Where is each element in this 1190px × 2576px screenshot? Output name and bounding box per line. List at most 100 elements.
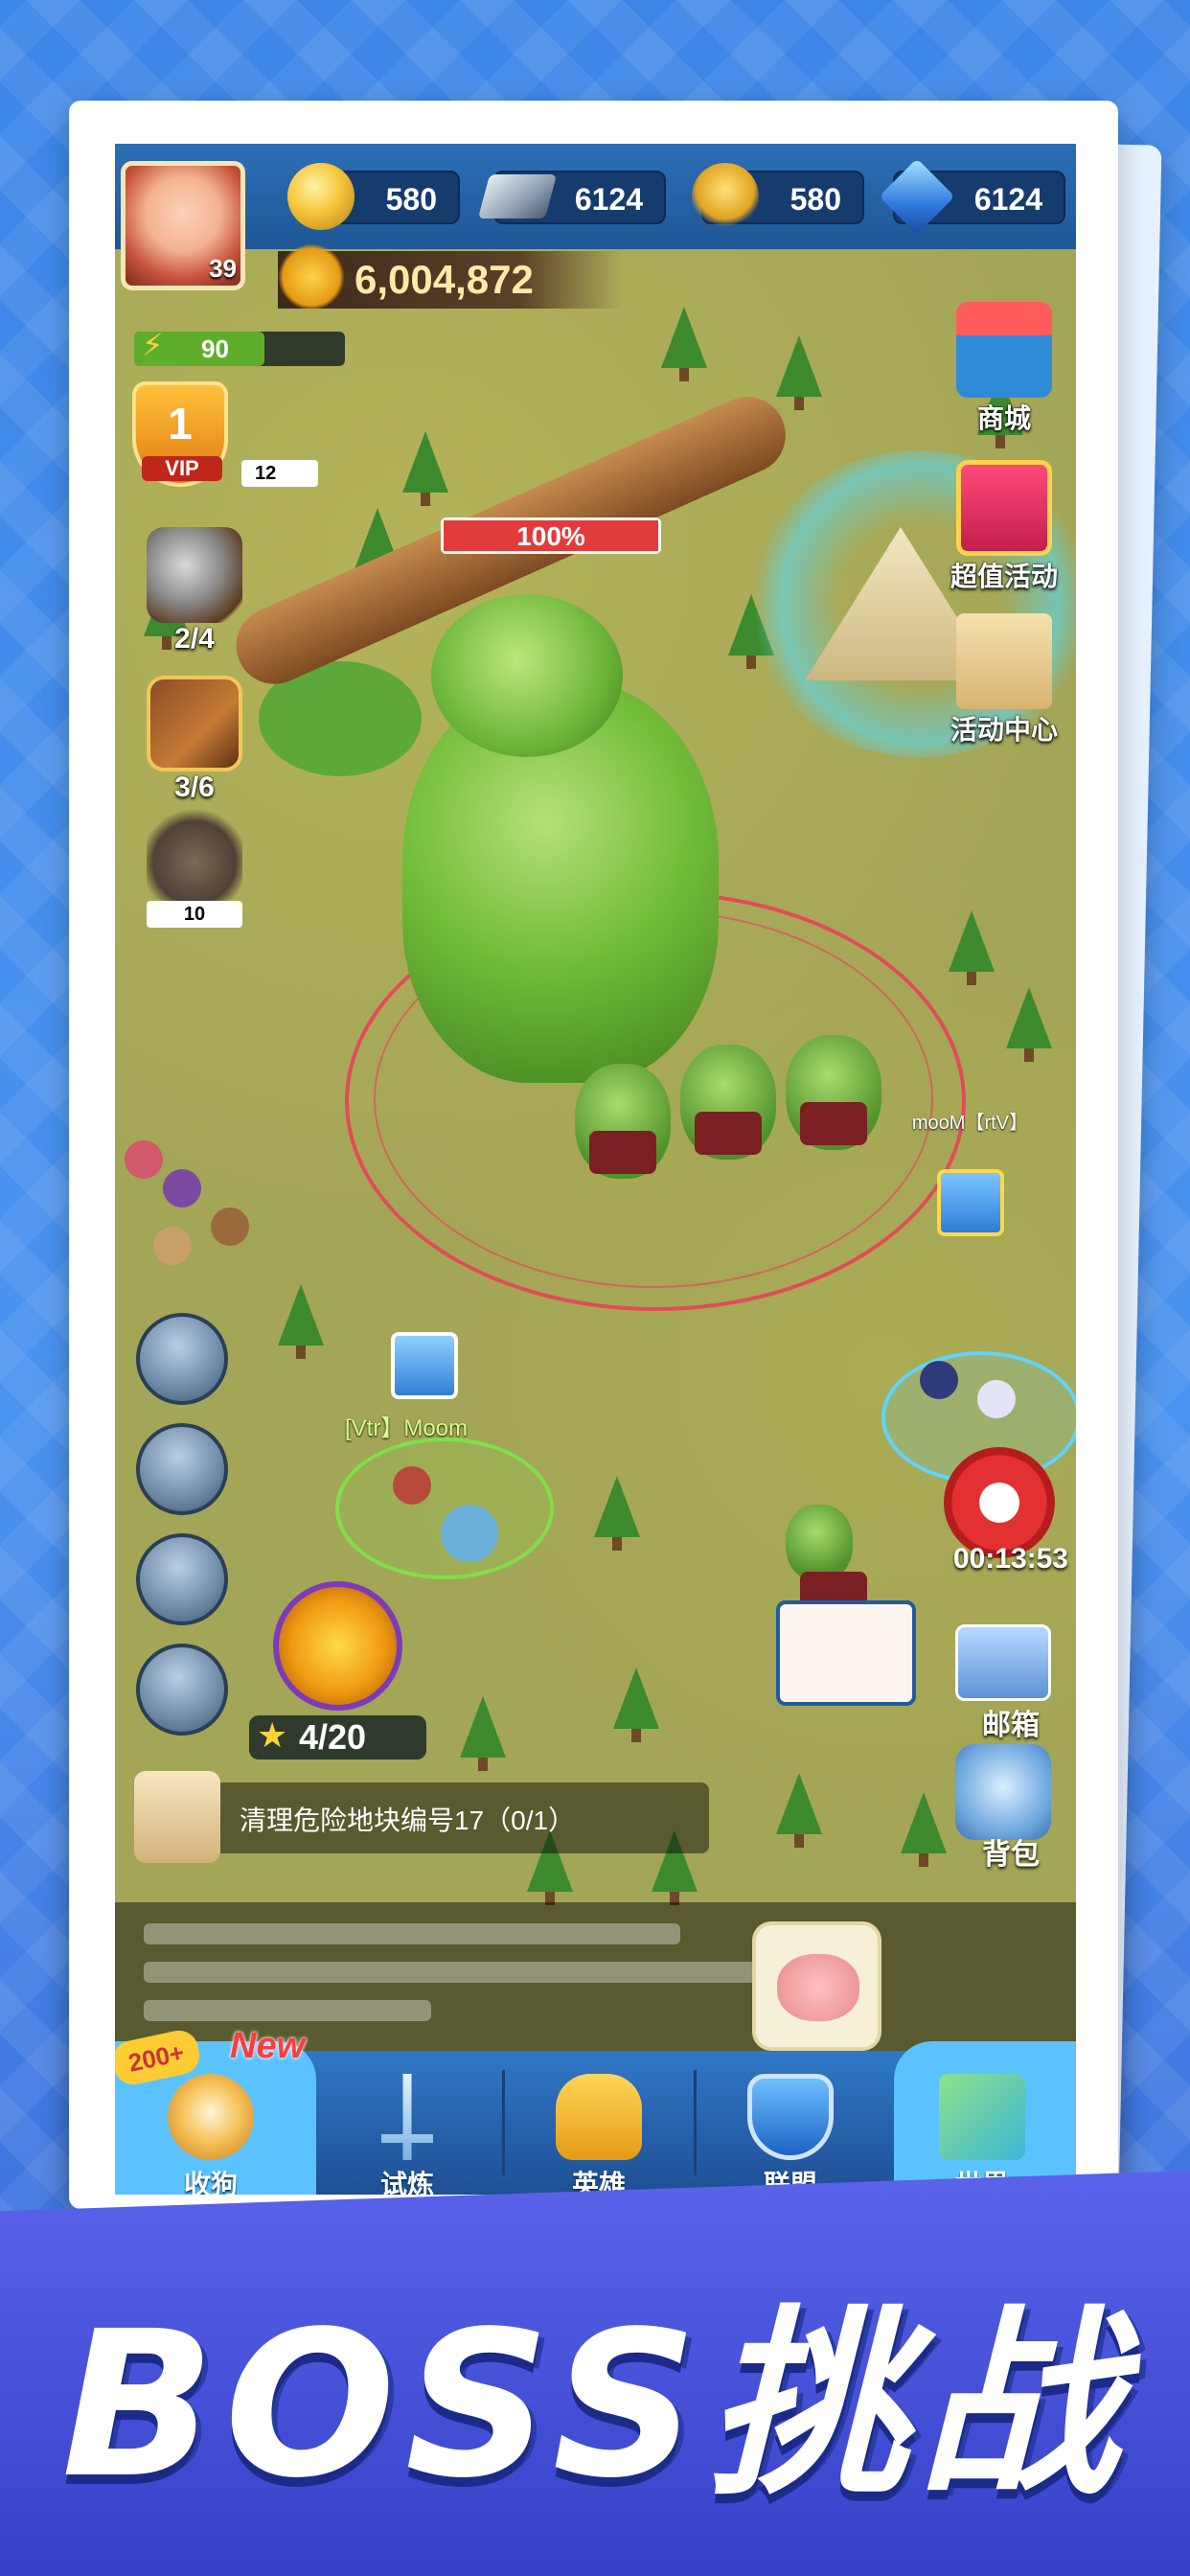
star-icon: ★: [257, 1715, 288, 1755]
goblin-minion: [786, 1035, 881, 1150]
quest-scroll-icon: [134, 1771, 220, 1863]
food-value: 580: [790, 182, 841, 217]
troop-unit: [977, 1380, 1016, 1418]
mail-icon[interactable]: [955, 1624, 1051, 1701]
iron-ingot-icon: [477, 174, 558, 218]
new-tag: New: [230, 2026, 306, 2066]
food-resource[interactable]: 580: [692, 163, 864, 230]
shield-icon: [747, 2074, 834, 2160]
player-alliance-flag[interactable]: [391, 1332, 458, 1399]
book-icon: [147, 676, 242, 771]
nav-item-alliance[interactable]: 联盟: [695, 2051, 886, 2195]
tree: [949, 910, 995, 985]
vip-points: 12: [241, 460, 318, 487]
sidebar-item-research[interactable]: 3/6: [132, 676, 257, 804]
star-progress: ★ 4/20: [249, 1715, 426, 1760]
rally-timer: 00:13:53: [952, 1543, 1068, 1575]
troop-unit: [441, 1505, 498, 1562]
gold-resource[interactable]: 580: [287, 163, 460, 230]
value-event-label: 超值活动: [950, 562, 1058, 591]
gold-coin-icon: [287, 163, 355, 230]
tree: [661, 307, 707, 381]
boss-hp-text: 100%: [516, 521, 585, 551]
fist-power-icon: [278, 243, 345, 310]
enemy-alliance-flag[interactable]: [937, 1169, 1004, 1236]
iron-resource[interactable]: 6124: [477, 171, 666, 224]
tree: [613, 1668, 659, 1742]
troop-unit: [163, 1169, 201, 1208]
shop-icon: [956, 302, 1052, 398]
quest-tracker[interactable]: 清理危险地块编号17（0/1）: [134, 1771, 709, 1863]
vip-badge[interactable]: 1 VIP: [132, 381, 238, 506]
vip-level: 1: [168, 399, 193, 448]
location-pin-button[interactable]: [136, 1533, 228, 1625]
sidebar-item-mine[interactable]: 10: [132, 805, 257, 928]
clipboard-button[interactable]: [136, 1423, 228, 1515]
nav-item-world[interactable]: 世界: [886, 2051, 1076, 2195]
chat-line-blurred: [144, 1962, 757, 1983]
enemy-name: mooM【rtV】: [911, 1113, 1028, 1134]
chat-line-blurred: [144, 1923, 680, 1944]
shiba-icon: [168, 2074, 254, 2160]
vip-label: VIP: [142, 456, 222, 481]
hammer-build-button[interactable]: [136, 1644, 228, 1736]
backpack-icon[interactable]: [955, 1744, 1051, 1840]
goblin-minion: [575, 1064, 671, 1179]
value-event-button[interactable]: 超值活动: [942, 460, 1066, 594]
quest-text: 清理危险地块编号17（0/1）: [240, 1806, 576, 1835]
troop-unit: [125, 1140, 163, 1179]
nav-item-trial[interactable]: 试炼: [311, 2051, 503, 2195]
backpack-label: 背包: [982, 1839, 1040, 1871]
mine-icon: [147, 805, 242, 901]
energy-value: 90: [201, 334, 229, 363]
tree: [402, 431, 448, 506]
shop-label: 商城: [976, 403, 1031, 433]
caravan-button[interactable]: [136, 1313, 228, 1405]
lightning-icon: ⚡: [142, 328, 164, 362]
iron-value: 6124: [574, 182, 643, 217]
nav-label-trial: 试炼: [379, 2170, 434, 2195]
chat-line-blurred: [144, 2000, 431, 2021]
scroll-icon: [956, 613, 1052, 709]
tree: [901, 1792, 947, 1867]
game-screen: 39 580 6124 580 6124 6,004,872 ⚡ 90 1 VI…: [115, 144, 1076, 2195]
tree: [776, 335, 822, 410]
brain-icon[interactable]: [752, 1921, 881, 2051]
hammer-icon: [147, 527, 242, 623]
player-troop-ring[interactable]: [335, 1438, 554, 1579]
star-progress-value: 4/20: [299, 1717, 367, 1757]
tree: [1006, 987, 1052, 1062]
sword-icon: [381, 2074, 433, 2160]
troop-unit: [153, 1227, 192, 1265]
event-center-label: 活动中心: [950, 715, 1058, 745]
tree: [278, 1284, 324, 1359]
banner-title: BOSS挑战: [61, 2288, 1129, 2522]
hero-portrait-card[interactable]: [776, 1600, 916, 1706]
rally-target-icon[interactable]: [944, 1447, 1055, 1558]
goblin-minion: [680, 1045, 776, 1160]
nav-label-dog: 收狗: [183, 2170, 238, 2195]
research-queue-label: 3/6: [174, 771, 215, 803]
event-center-button[interactable]: 活动中心: [942, 613, 1066, 748]
power-display: 6,004,872: [278, 243, 623, 310]
star-chest-icon[interactable]: [273, 1581, 402, 1711]
gift-icon: [956, 460, 1052, 556]
player-avatar[interactable]: 39: [121, 161, 245, 290]
tree: [594, 1476, 640, 1551]
troop-unit: [393, 1466, 431, 1505]
shop-button[interactable]: 商城: [942, 302, 1066, 436]
mine-count: 10: [147, 901, 242, 928]
gold-value: 580: [385, 182, 437, 217]
bottom-nav: 收狗 200+ New 试炼 英雄 联盟 世界: [115, 2026, 1076, 2195]
wheat-icon: [692, 163, 759, 230]
map-icon: [939, 2074, 1025, 2160]
nav-item-hero[interactable]: 英雄: [503, 2051, 695, 2195]
boss-head: [431, 594, 623, 757]
gem-value: 6124: [973, 182, 1042, 217]
tree: [776, 1773, 822, 1848]
troop-unit: [920, 1361, 958, 1399]
gem-resource[interactable]: 6124: [879, 158, 1065, 235]
helmet-icon: [556, 2074, 642, 2160]
energy-bar[interactable]: ⚡ 90: [134, 328, 345, 366]
power-value: 6,004,872: [355, 257, 534, 302]
